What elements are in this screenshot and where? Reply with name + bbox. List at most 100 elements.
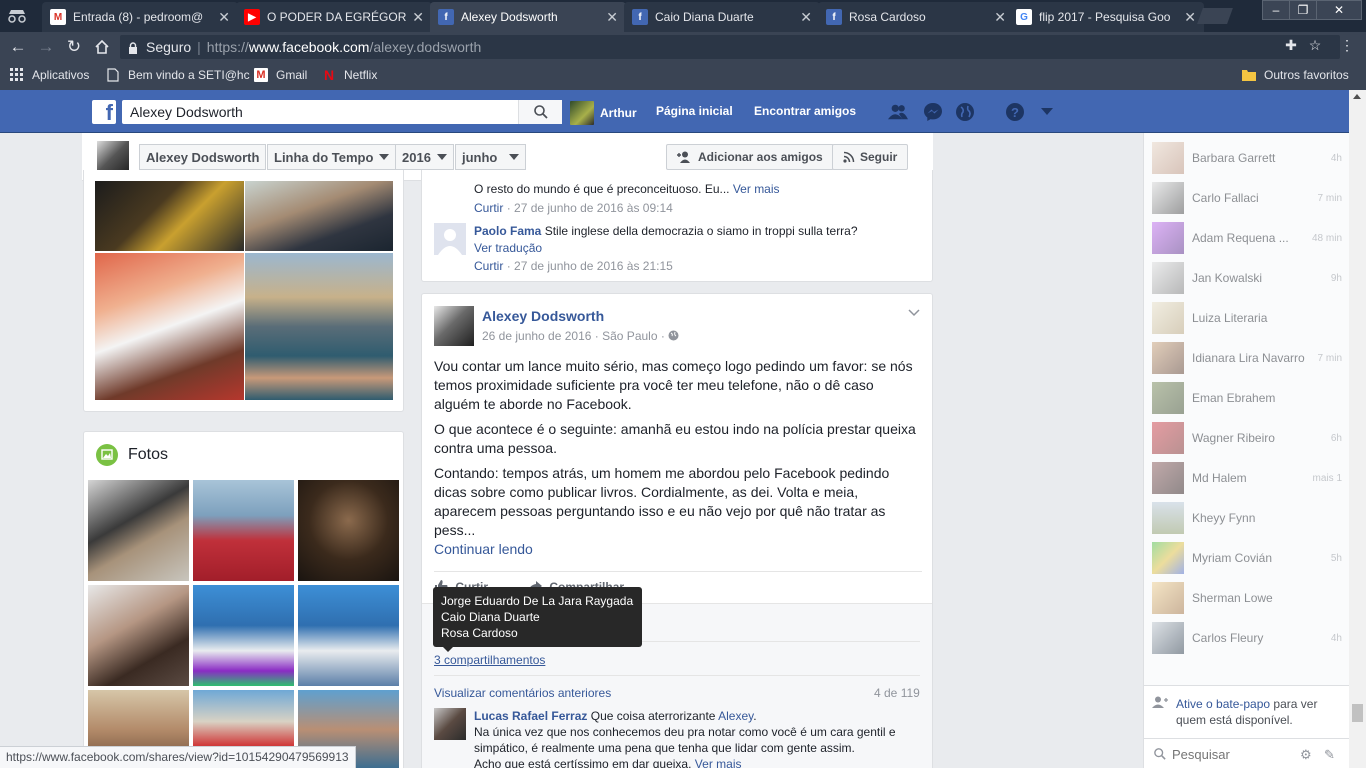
photos-card-title[interactable]: Fotos bbox=[128, 446, 168, 464]
back-icon[interactable]: ← bbox=[8, 37, 28, 57]
home-icon[interactable] bbox=[92, 37, 112, 57]
author-avatar[interactable] bbox=[434, 306, 474, 346]
chat-contact[interactable]: Jan Kowalski 9h bbox=[1152, 261, 1342, 295]
photo-thumb[interactable] bbox=[88, 585, 189, 686]
maximize-button[interactable]: ❐ bbox=[1289, 0, 1317, 20]
profile-name-link[interactable]: Alexey Dodsworth bbox=[139, 144, 267, 170]
help-icon[interactable]: ? bbox=[1005, 102, 1025, 122]
tab-youtube[interactable]: ▶ O PODER DA EGRÉGORA ✕ bbox=[236, 2, 432, 32]
comment-author[interactable]: Paolo Fama bbox=[474, 224, 541, 238]
shares-count-link[interactable]: 3 compartilhamentos bbox=[434, 653, 545, 667]
tab-google[interactable]: G flip 2017 - Pesquisa Goo ✕ bbox=[1008, 2, 1204, 32]
activate-chat-link[interactable]: Ative o bate-papo bbox=[1176, 697, 1270, 711]
close-tab-icon[interactable]: ✕ bbox=[412, 9, 424, 26]
post-date[interactable]: 26 de junho de 2016 bbox=[482, 329, 591, 343]
new-message-icon[interactable]: ✎ bbox=[1324, 747, 1335, 763]
search-input[interactable] bbox=[122, 101, 518, 123]
messenger-icon[interactable] bbox=[923, 102, 943, 122]
close-tab-icon[interactable]: ✕ bbox=[1184, 9, 1196, 26]
chat-contact[interactable]: Luiza Literaria bbox=[1152, 301, 1342, 335]
chat-search-input[interactable] bbox=[1172, 746, 1292, 762]
photo-thumb[interactable] bbox=[193, 480, 294, 581]
comment-author[interactable]: Lucas Rafael Ferraz bbox=[474, 709, 587, 723]
post-location[interactable]: São Paulo bbox=[602, 329, 657, 343]
forward-icon[interactable]: → bbox=[36, 37, 56, 57]
featured-photo[interactable] bbox=[95, 253, 244, 400]
tab-caio[interactable]: f Caio Diana Duarte ✕ bbox=[624, 2, 820, 32]
chat-contact[interactable]: Carlos Fleury 4h bbox=[1152, 621, 1342, 655]
photo-thumb[interactable] bbox=[298, 480, 399, 581]
photo-thumb[interactable] bbox=[193, 585, 294, 686]
extension-icon[interactable]: ✚ bbox=[1282, 36, 1300, 54]
post-author[interactable]: Alexey Dodsworth bbox=[482, 308, 604, 324]
profile-link[interactable]: Arthur bbox=[570, 101, 637, 125]
see-translation-link[interactable]: Ver tradução bbox=[474, 241, 542, 255]
gear-icon[interactable]: ⚙ bbox=[1300, 747, 1312, 763]
comment-timestamp[interactable]: 27 de junho de 2016 às 09:14 bbox=[514, 201, 673, 215]
see-more-link[interactable]: Ver mais bbox=[695, 757, 742, 768]
page-scrollbar[interactable] bbox=[1349, 90, 1366, 768]
timeline-section-select[interactable]: Linha do Tempo bbox=[267, 144, 397, 170]
tab-alexey[interactable]: f Alexey Dodsworth ✕ bbox=[430, 2, 626, 32]
chat-contact[interactable]: Carlo Fallaci 7 min bbox=[1152, 181, 1342, 215]
chat-contact[interactable]: Kheyy Fynn bbox=[1152, 501, 1342, 535]
chat-contact[interactable]: Myriam Covián 5h bbox=[1152, 541, 1342, 575]
menu-icon[interactable]: ⋮ bbox=[1338, 36, 1356, 54]
featured-photo[interactable] bbox=[245, 253, 393, 400]
tab-rosa[interactable]: f Rosa Cardoso ✕ bbox=[818, 2, 1014, 32]
chat-contact[interactable]: Idianara Lira Navarro 7 min bbox=[1152, 341, 1342, 375]
profile-thumbnail[interactable] bbox=[97, 141, 129, 173]
photo-thumb[interactable] bbox=[88, 480, 189, 581]
month-select[interactable]: junho bbox=[455, 144, 527, 170]
nav-find-friends[interactable]: Encontrar amigos bbox=[754, 104, 856, 118]
chat-contact[interactable]: Wagner Ribeiro 6h bbox=[1152, 421, 1342, 455]
continue-reading-link[interactable]: Continuar lendo bbox=[434, 540, 922, 559]
year-select[interactable]: 2016 bbox=[395, 144, 454, 170]
like-comment-link[interactable]: Curtir bbox=[474, 259, 503, 273]
tab-gmail[interactable]: M Entrada (8) - pedroom@ ✕ bbox=[42, 2, 238, 32]
account-menu-icon[interactable] bbox=[1037, 102, 1057, 122]
comment-timestamp[interactable]: 27 de junho de 2016 às 21:15 bbox=[514, 259, 673, 273]
bookmark-gmail[interactable]: M Gmail bbox=[254, 68, 307, 82]
address-bar[interactable]: Seguro | https:// www.facebook.com /alex… bbox=[120, 35, 1340, 59]
scrollbar-thumb[interactable] bbox=[1352, 704, 1363, 722]
new-tab-button[interactable] bbox=[1197, 8, 1233, 24]
chat-contact[interactable]: Adam Requena ... 48 min bbox=[1152, 221, 1342, 255]
chat-contact[interactable]: Eman Ebrahem bbox=[1152, 381, 1342, 415]
chat-contact[interactable]: Barbara Garrett 4h bbox=[1152, 141, 1342, 175]
chat-contact[interactable]: Md Halem mais 1 bbox=[1152, 461, 1342, 495]
bookmark-seti[interactable]: Bem vindo a SETI@hc bbox=[106, 68, 250, 82]
like-comment-link[interactable]: Curtir bbox=[474, 201, 503, 215]
mention-link[interactable]: Alexey bbox=[718, 709, 753, 723]
featured-photo[interactable] bbox=[95, 181, 244, 251]
close-window-button[interactable]: ✕ bbox=[1316, 0, 1362, 20]
bookmark-netflix[interactable]: N Netflix bbox=[322, 67, 377, 83]
minimize-button[interactable]: – bbox=[1262, 0, 1290, 20]
avatar[interactable] bbox=[434, 708, 466, 740]
bookmark-star-icon[interactable]: ☆ bbox=[1306, 36, 1324, 54]
featured-photo[interactable] bbox=[245, 181, 393, 251]
other-bookmarks[interactable]: Outros favoritos bbox=[1242, 68, 1349, 82]
nav-home[interactable]: Página inicial bbox=[656, 104, 733, 118]
post-options-icon[interactable] bbox=[908, 306, 920, 320]
public-globe-icon[interactable] bbox=[668, 330, 679, 341]
close-tab-icon[interactable]: ✕ bbox=[606, 9, 618, 26]
notifications-globe-icon[interactable] bbox=[955, 102, 975, 122]
view-previous-comments-link[interactable]: Visualizar comentários anteriores bbox=[434, 686, 611, 700]
photo-thumb[interactable] bbox=[298, 585, 399, 686]
close-tab-icon[interactable]: ✕ bbox=[218, 9, 230, 26]
add-friend-button[interactable]: Adicionar aos amigos bbox=[666, 144, 834, 170]
chat-contact[interactable]: Sherman Lowe bbox=[1152, 581, 1342, 615]
browser-tab-strip: M Entrada (8) - pedroom@ ✕ ▶ O PODER DA … bbox=[0, 0, 1366, 32]
close-tab-icon[interactable]: ✕ bbox=[994, 9, 1006, 26]
avatar[interactable] bbox=[434, 223, 466, 255]
close-tab-icon[interactable]: ✕ bbox=[800, 9, 812, 26]
bookmark-apps[interactable]: Aplicativos bbox=[10, 68, 89, 82]
search-button[interactable] bbox=[518, 100, 562, 124]
scroll-up-icon[interactable] bbox=[1353, 94, 1361, 99]
see-more-link[interactable]: Ver mais bbox=[733, 182, 780, 196]
facebook-logo[interactable]: f bbox=[92, 100, 116, 124]
reload-icon[interactable]: ↻ bbox=[64, 37, 84, 57]
follow-button[interactable]: Seguir bbox=[832, 144, 909, 170]
friend-requests-icon[interactable] bbox=[888, 102, 908, 122]
